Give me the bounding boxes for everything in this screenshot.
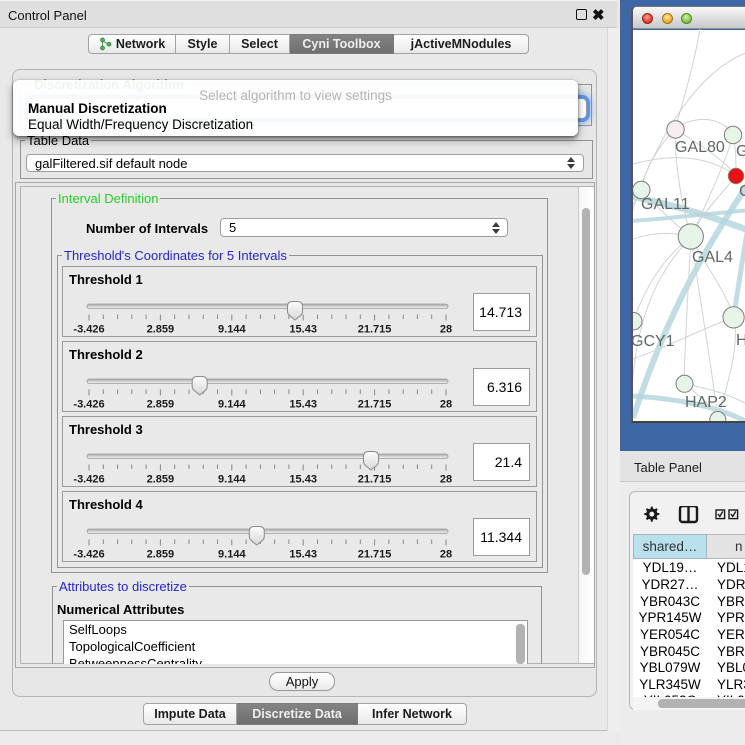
svg-text:GAL80: GAL80 bbox=[675, 139, 725, 156]
svg-text:GAL3: GAL3 bbox=[736, 143, 745, 160]
svg-text:HAP2: HAP2 bbox=[685, 394, 727, 411]
svg-text:GCY1: GCY1 bbox=[633, 333, 675, 350]
svg-text:GAL4: GAL4 bbox=[692, 249, 733, 266]
svg-text:GAL11: GAL11 bbox=[641, 196, 690, 213]
svg-text:HAP: HAP bbox=[736, 332, 745, 349]
svg-text:CDC1: CDC1 bbox=[739, 183, 745, 200]
